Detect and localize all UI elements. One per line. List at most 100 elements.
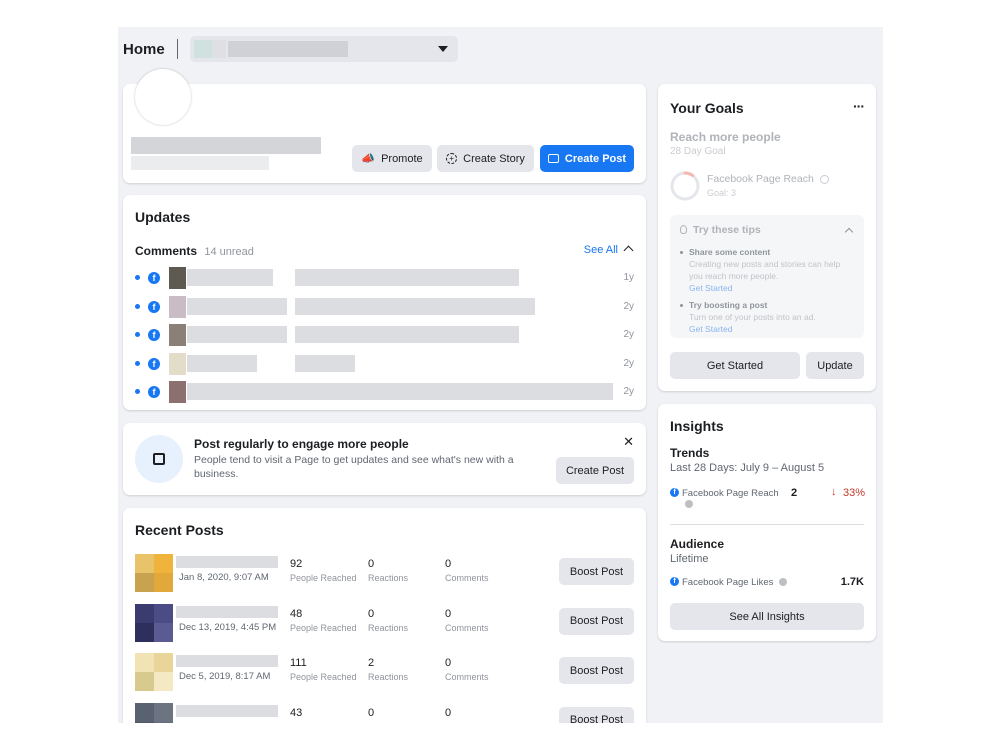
- table-row[interactable]: Dec 13, 2019, 4:45 PM 48 People Reached 0 Re…: [135, 602, 634, 644]
- tip-get-started-link[interactable]: Get Started: [689, 323, 852, 335]
- tip-item-body: Creating new posts and stories can help …: [689, 259, 841, 281]
- see-all-insights-button[interactable]: See All Insights: [670, 603, 864, 630]
- unread-dot: [135, 360, 140, 366]
- post-icon: [547, 154, 559, 163]
- create-post-button[interactable]: Create Post: [540, 145, 634, 172]
- reactions-label: Reactions: [368, 672, 409, 682]
- create-story-label: Create Story: [463, 152, 525, 165]
- top-bar: Home: [123, 36, 458, 62]
- tip-item: Share some content Creating new posts and…: [680, 247, 852, 294]
- facebook-icon: f: [148, 272, 160, 284]
- chevron-up-icon[interactable]: [844, 227, 854, 237]
- post-thumbnail[interactable]: [135, 603, 173, 642]
- profile-card: 📣 Promote + Create Story Create Post: [123, 69, 646, 183]
- megaphone-icon: 📣: [361, 153, 376, 165]
- info-icon[interactable]: [779, 578, 788, 587]
- more-options-icon[interactable]: ···: [853, 98, 865, 114]
- audience-range: Lifetime: [670, 553, 709, 565]
- tip-item: Try boosting a post Turn one of your post…: [680, 300, 852, 335]
- get-started-label: Get Started: [706, 359, 764, 372]
- tip-item-title: Share some content: [689, 247, 771, 257]
- updates-card: Updates Comments 14 unread See All f 1y f 2…: [123, 195, 646, 410]
- table-row[interactable]: Jan 8, 2020, 9:07 AM 92 People Reached 0 Rea…: [135, 552, 634, 594]
- boost-post-button[interactable]: Boost Post: [559, 607, 634, 635]
- goal-metric: Facebook Page Reach: [707, 173, 829, 185]
- chevron-up-icon[interactable]: [623, 245, 634, 256]
- likes-label: Facebook Page Likes: [682, 577, 788, 588]
- commenter-avatar: [169, 267, 186, 289]
- reach-value: 2: [791, 487, 798, 499]
- list-item[interactable]: f 2y: [135, 381, 634, 403]
- app-canvas: Home 📣 Promote + Create Story Create Pos…: [118, 27, 883, 723]
- comments-value: 0: [445, 657, 452, 669]
- reach-change: 33%: [843, 487, 866, 499]
- promote-button[interactable]: 📣 Promote: [352, 145, 432, 172]
- tip-item-body: Turn one of your posts into an ad.: [689, 312, 816, 322]
- create-story-button[interactable]: + Create Story: [437, 145, 534, 172]
- see-all-link[interactable]: See All: [584, 244, 618, 256]
- tip-body: People tend to visit a Page to get updat…: [194, 454, 514, 480]
- blurred-commenter-name: [187, 354, 257, 372]
- list-item[interactable]: f 2y: [135, 352, 634, 375]
- reactions-value: 0: [368, 706, 375, 719]
- trends-heading: Trends: [670, 446, 710, 460]
- table-row[interactable]: Dec 5, 2019, 8:17 AM 111 People Reached 2 Re…: [135, 651, 634, 693]
- insights-title: Insights: [670, 418, 724, 434]
- tips-title: Try these tips: [693, 224, 761, 236]
- reach-label: Facebook Page Reach: [682, 488, 779, 499]
- create-post-label: Create Post: [564, 152, 627, 165]
- people-reached-value: 111: [290, 657, 307, 669]
- list-item[interactable]: f 1y: [135, 267, 634, 289]
- info-icon[interactable]: [819, 174, 829, 184]
- comment-time: 2y: [623, 386, 634, 397]
- get-started-button[interactable]: Get Started: [670, 352, 800, 379]
- close-icon[interactable]: ✕: [623, 434, 634, 450]
- tip-create-post-button[interactable]: Create Post: [556, 457, 634, 484]
- avatar[interactable]: [135, 69, 191, 125]
- comments-value: 0: [445, 706, 452, 719]
- tip-title: Post regularly to engage more people: [194, 437, 409, 451]
- blurred-comment-text: [295, 297, 535, 315]
- audience-heading: Audience: [670, 537, 725, 551]
- post-thumbnail[interactable]: [135, 702, 173, 723]
- update-button[interactable]: Update: [806, 352, 864, 379]
- blurred-post-text: [176, 655, 278, 667]
- updates-title: Updates: [135, 209, 191, 225]
- post-date: Dec 5, 2019, 8:17 AM: [179, 671, 271, 682]
- boost-post-button[interactable]: Boost Post: [559, 558, 634, 585]
- list-item[interactable]: f 2y: [135, 295, 634, 318]
- reactions-label: Reactions: [368, 573, 409, 583]
- boost-post-button[interactable]: Boost Post: [559, 706, 634, 723]
- people-reached-value: 43: [290, 706, 303, 719]
- boost-post-button[interactable]: Boost Post: [559, 657, 634, 684]
- post-thumbnail[interactable]: [135, 554, 173, 592]
- reactions-value: 0: [368, 558, 375, 570]
- blurred-post-text: [176, 556, 278, 568]
- list-item[interactable]: f 2y: [135, 324, 634, 346]
- page-selector-dropdown[interactable]: [189, 36, 458, 62]
- update-label: Update: [817, 359, 853, 372]
- facebook-icon: f: [148, 329, 160, 341]
- boost-post-label: Boost Post: [569, 615, 624, 627]
- see-all-insights-label: See All Insights: [729, 610, 805, 623]
- insights-card: Insights Trends Last 28 Days: July 9 – A…: [658, 404, 876, 641]
- promote-label: Promote: [381, 152, 423, 165]
- info-icon[interactable]: [685, 500, 693, 508]
- tip-get-started-link[interactable]: Get Started: [689, 282, 852, 294]
- lightbulb-icon: [680, 225, 687, 234]
- reactions-value: 0: [368, 607, 375, 620]
- blurred-post-text: [176, 704, 278, 717]
- edit-icon: [135, 435, 183, 483]
- tips-panel: Try these tips Share some content Creatin…: [670, 215, 864, 338]
- chevron-down-icon[interactable]: [437, 46, 448, 52]
- table-row[interactable]: 43 People Reached 0 Reactions 0 Comments Boost…: [135, 701, 634, 723]
- blurred-commenter-name: [187, 326, 287, 343]
- blurred-commenter-name: [187, 269, 273, 286]
- reactions-label: Reactions: [368, 622, 409, 633]
- goals-card: Your Goals ··· Reach more people 28 Day …: [658, 84, 876, 391]
- comments-header: Comments 14 unread: [135, 244, 254, 258]
- commenter-avatar: [169, 381, 186, 403]
- trends-range: Last 28 Days: July 9 – August 5: [670, 462, 825, 474]
- post-thumbnail[interactable]: [135, 653, 173, 691]
- blurred-page-name: [131, 137, 321, 154]
